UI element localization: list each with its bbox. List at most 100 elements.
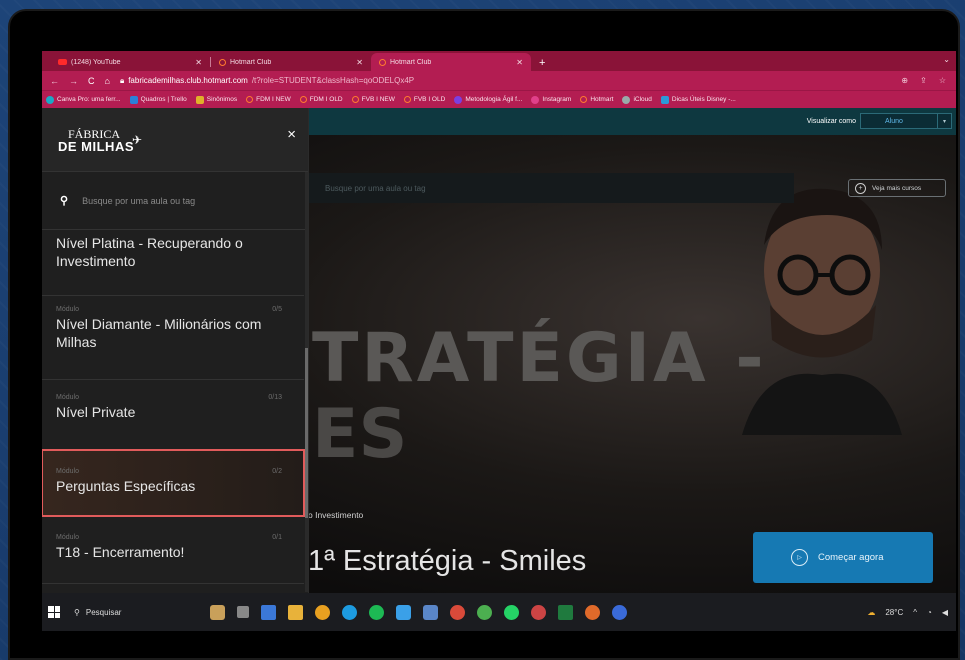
sidebar-search-input[interactable]: ⚲ Busque por uma aula ou tag	[42, 172, 308, 230]
forward-icon[interactable]: →	[69, 76, 78, 86]
play-icon: ▷	[791, 549, 808, 566]
close-icon[interactable]: ×	[287, 126, 296, 143]
module-item[interactable]: Módulo 0/13 Nível Private	[42, 380, 304, 450]
view-as-value: Aluno	[885, 117, 903, 125]
search-highlight-icon[interactable]	[210, 604, 225, 620]
taskbar-search[interactable]: ⚲ Pesquisar	[74, 608, 196, 617]
module-item[interactable]: Módulo 0/5 Nível Diamante - Milionários …	[42, 296, 304, 380]
bookmark-label: FDM I NEW	[256, 96, 291, 103]
tab-youtube[interactable]: (1248) YouTube ✕	[50, 53, 210, 71]
bookmark-item[interactable]: Hotmart	[580, 96, 613, 103]
excel-icon[interactable]	[558, 604, 573, 620]
tab-bar: (1248) YouTube ✕ Hotmart Club ✕ Hotmart …	[42, 51, 956, 71]
plus-circle-icon: +	[855, 182, 866, 194]
scrollbar-thumb[interactable]	[305, 348, 308, 518]
airplane-icon: ✈	[132, 133, 143, 147]
taskbar-search-label: Pesquisar	[85, 607, 122, 617]
tab-hotmart-1[interactable]: Hotmart Club ✕	[211, 53, 371, 71]
reload-icon[interactable]: C	[88, 76, 95, 86]
url-field[interactable]: 🔒︎ fabricademilhas.club.hotmart.com/t?ro…	[120, 76, 414, 86]
lock-icon: 🔒︎	[119, 75, 125, 85]
close-tab-icon[interactable]: ✕	[356, 58, 363, 67]
module-name: Nível Platina - Recuperando o Investimen…	[56, 235, 243, 270]
bookmark-label: FDM I OLD	[309, 96, 343, 103]
sinonimos-icon	[195, 95, 204, 104]
chrome-profile-icon[interactable]	[450, 604, 465, 620]
bookmark-item[interactable]: Sinônimos	[195, 95, 237, 104]
bookmark-item[interactable]: FVB I NEW	[351, 96, 395, 103]
chrome-profile-icon[interactable]	[531, 604, 546, 620]
weather-icon[interactable]: ☁	[867, 608, 875, 617]
module-item-highlighted[interactable]: Módulo 0/2 Perguntas Específicas	[42, 449, 305, 517]
taskbar-apps	[210, 604, 627, 620]
bookmark-label: Quadros | Trello	[140, 96, 187, 103]
address-actions: ⊕ ⇪ ☆	[901, 76, 946, 85]
back-icon[interactable]: ←	[50, 76, 59, 86]
chevron-up-icon[interactable]: ^	[913, 608, 917, 617]
more-courses-button[interactable]: + Veja mais cursos	[848, 179, 946, 197]
tab-title: (1248) YouTube	[71, 58, 121, 66]
new-tab-icon[interactable]: +	[531, 57, 553, 71]
bookmark-label: Dicas Úteis Disney -...	[671, 96, 736, 103]
view-as-select[interactable]: Aluno ▾	[860, 113, 952, 129]
chrome-profile-icon[interactable]	[585, 604, 600, 620]
agile-icon	[454, 95, 463, 104]
hotmart-icon	[403, 96, 411, 103]
chrome-profile-icon[interactable]	[477, 604, 492, 620]
bookmark-item[interactable]: FDM I NEW	[246, 96, 291, 103]
tab-search-icon[interactable]: ⌄	[943, 55, 950, 64]
share-icon[interactable]: ⇪	[920, 76, 927, 85]
module-item[interactable]: Módulo 0/1 T18 - Encerramento!	[42, 516, 304, 584]
more-courses-label: Veja mais cursos	[872, 184, 922, 192]
logo-bottom: DE MILHAS	[58, 139, 134, 154]
tab-hotmart-active[interactable]: Hotmart Club ✕	[371, 53, 531, 71]
chrome-profile-icon[interactable]	[612, 604, 627, 620]
bookmark-item[interactable]: FVB I OLD	[403, 96, 445, 103]
monitor-frame: (1248) YouTube ✕ Hotmart Club ✕ Hotmart …	[8, 9, 960, 660]
chrome-icon[interactable]	[315, 604, 330, 620]
windows-start-icon[interactable]	[48, 606, 60, 618]
calculator-icon[interactable]	[261, 604, 276, 620]
module-progress: 0/5	[272, 306, 282, 313]
bookmark-label: FVB I NEW	[361, 96, 395, 103]
close-tab-icon[interactable]: ✕	[195, 58, 202, 67]
sidebar-header: FÁBRICA DE MILHAS ✈ ×	[42, 108, 308, 172]
bookmark-item[interactable]: FDM I OLD	[299, 96, 343, 103]
sidebar-scrollbar[interactable]	[305, 172, 308, 592]
app-icon[interactable]	[396, 604, 411, 620]
hotmart-icon	[299, 96, 307, 103]
main-search-input[interactable]: Busque por uma aula ou tag	[307, 173, 794, 203]
bookmark-item[interactable]: Dicas Úteis Disney -...	[660, 95, 736, 104]
close-tab-icon[interactable]: ✕	[516, 58, 523, 67]
module-item[interactable]: Nível Platina - Recuperando o Investimen…	[42, 230, 304, 296]
logo[interactable]: FÁBRICA DE MILHAS ✈	[58, 128, 142, 154]
bookmark-item[interactable]: iCloud	[622, 95, 652, 104]
module-progress: 0/2	[272, 468, 282, 475]
google-lens-icon[interactable]: ⊕	[901, 76, 908, 85]
bookmark-item[interactable]: Instagram	[531, 95, 572, 104]
start-now-button[interactable]: ▷ Começar agora	[753, 532, 933, 583]
weather-temp[interactable]: 28°C	[885, 608, 903, 617]
bookmark-star-icon[interactable]: ☆	[939, 76, 946, 85]
module-name: Perguntas Específicas	[56, 478, 196, 494]
view-as: Visualizar como Aluno ▾	[807, 113, 952, 129]
bookmark-item[interactable]: Quadros | Trello	[129, 95, 187, 104]
app-icon[interactable]	[423, 604, 438, 620]
volume-icon[interactable]: ◀	[942, 608, 948, 617]
bookmark-label: Hotmart	[590, 96, 614, 103]
network-icon[interactable]: ◔	[927, 608, 932, 617]
task-view-icon[interactable]	[237, 606, 249, 618]
home-icon[interactable]: ⌂	[105, 76, 110, 86]
bookmark-label: Instagram	[542, 96, 572, 103]
spotify-icon[interactable]	[369, 604, 384, 620]
whatsapp-icon[interactable]	[504, 604, 519, 620]
view-as-label: Visualizar como	[806, 117, 856, 125]
module-name: T18 - Encerramento!	[56, 544, 185, 560]
bookmark-item[interactable]: Canva Pro: uma ferr...	[46, 95, 121, 104]
url-path: /t?role=STUDENT&classHash=qoODELQx4P	[251, 76, 415, 85]
edge-icon[interactable]	[342, 604, 357, 620]
file-explorer-icon[interactable]	[288, 604, 303, 620]
bookmark-item[interactable]: Metodologia Ágil f...	[454, 95, 522, 104]
bookmark-label: Canva Pro: uma ferr...	[57, 96, 121, 103]
search-icon: ⚲	[74, 607, 80, 617]
